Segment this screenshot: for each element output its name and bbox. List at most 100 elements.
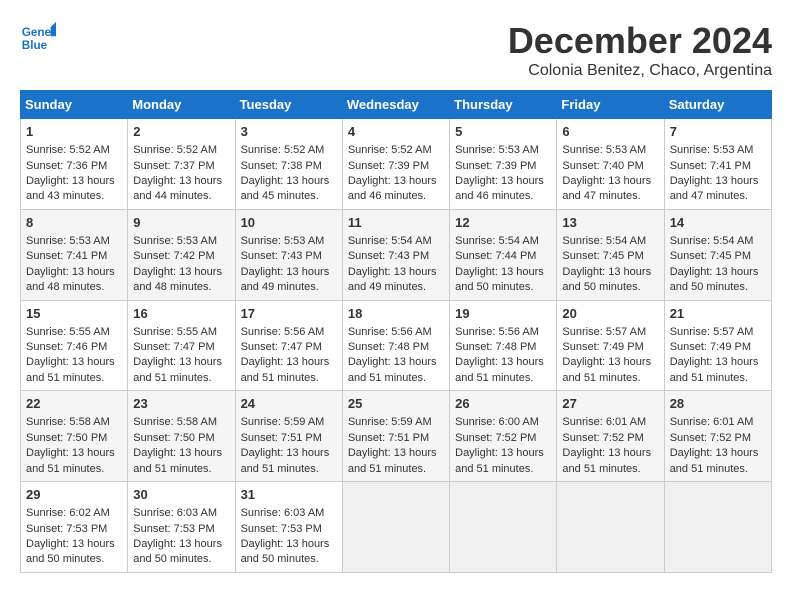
sunset-text: Sunset: 7:44 PM bbox=[455, 250, 536, 262]
sunset-text: Sunset: 7:52 PM bbox=[455, 432, 536, 444]
daylight-minutes: and 51 minutes. bbox=[348, 372, 426, 384]
sunset-text: Sunset: 7:53 PM bbox=[241, 523, 322, 535]
daylight-minutes: and 46 minutes. bbox=[348, 190, 426, 202]
sunrise-text: Sunrise: 5:59 AM bbox=[348, 416, 432, 428]
sunset-text: Sunset: 7:51 PM bbox=[348, 432, 429, 444]
calendar-cell: 11Sunrise: 5:54 AMSunset: 7:43 PMDayligh… bbox=[342, 209, 449, 300]
sunset-text: Sunset: 7:39 PM bbox=[348, 160, 429, 172]
daylight-text: Daylight: 13 hours bbox=[26, 356, 115, 368]
daylight-minutes: and 51 minutes. bbox=[133, 372, 211, 384]
sunset-text: Sunset: 7:43 PM bbox=[348, 250, 429, 262]
day-number: 17 bbox=[241, 305, 337, 323]
daylight-text: Daylight: 13 hours bbox=[241, 447, 330, 459]
day-number: 5 bbox=[455, 123, 551, 141]
daylight-minutes: and 50 minutes. bbox=[670, 281, 748, 293]
calendar-cell: 17Sunrise: 5:56 AMSunset: 7:47 PMDayligh… bbox=[235, 300, 342, 391]
sunrise-text: Sunrise: 5:58 AM bbox=[26, 416, 110, 428]
daylight-text: Daylight: 13 hours bbox=[670, 266, 759, 278]
day-number: 14 bbox=[670, 214, 766, 232]
day-number: 13 bbox=[562, 214, 658, 232]
sunrise-text: Sunrise: 5:52 AM bbox=[133, 144, 217, 156]
sunset-text: Sunset: 7:43 PM bbox=[241, 250, 322, 262]
title-block: December 2024 Colonia Benitez, Chaco, Ar… bbox=[508, 20, 772, 80]
day-number: 26 bbox=[455, 395, 551, 413]
day-number: 20 bbox=[562, 305, 658, 323]
calendar-cell: 18Sunrise: 5:56 AMSunset: 7:48 PMDayligh… bbox=[342, 300, 449, 391]
calendar-cell bbox=[557, 482, 664, 573]
calendar-cell bbox=[450, 482, 557, 573]
day-number: 31 bbox=[241, 486, 337, 504]
col-header-monday: Monday bbox=[128, 91, 235, 119]
sunset-text: Sunset: 7:49 PM bbox=[562, 341, 643, 353]
sunset-text: Sunset: 7:53 PM bbox=[26, 523, 107, 535]
daylight-text: Daylight: 13 hours bbox=[241, 175, 330, 187]
daylight-text: Daylight: 13 hours bbox=[348, 356, 437, 368]
sunrise-text: Sunrise: 5:53 AM bbox=[455, 144, 539, 156]
daylight-minutes: and 47 minutes. bbox=[670, 190, 748, 202]
daylight-text: Daylight: 13 hours bbox=[241, 356, 330, 368]
col-header-wednesday: Wednesday bbox=[342, 91, 449, 119]
sunset-text: Sunset: 7:41 PM bbox=[26, 250, 107, 262]
day-number: 19 bbox=[455, 305, 551, 323]
calendar-cell bbox=[342, 482, 449, 573]
calendar-cell: 12Sunrise: 5:54 AMSunset: 7:44 PMDayligh… bbox=[450, 209, 557, 300]
sunset-text: Sunset: 7:47 PM bbox=[133, 341, 214, 353]
daylight-text: Daylight: 13 hours bbox=[455, 266, 544, 278]
daylight-minutes: and 51 minutes. bbox=[241, 372, 319, 384]
daylight-minutes: and 50 minutes. bbox=[26, 553, 104, 565]
calendar-cell: 21Sunrise: 5:57 AMSunset: 7:49 PMDayligh… bbox=[664, 300, 771, 391]
calendar-week-1: 1Sunrise: 5:52 AMSunset: 7:36 PMDaylight… bbox=[21, 119, 772, 210]
daylight-text: Daylight: 13 hours bbox=[348, 266, 437, 278]
daylight-text: Daylight: 13 hours bbox=[455, 447, 544, 459]
daylight-text: Daylight: 13 hours bbox=[562, 175, 651, 187]
calendar-cell: 2Sunrise: 5:52 AMSunset: 7:37 PMDaylight… bbox=[128, 119, 235, 210]
calendar-cell: 9Sunrise: 5:53 AMSunset: 7:42 PMDaylight… bbox=[128, 209, 235, 300]
day-number: 15 bbox=[26, 305, 122, 323]
calendar-cell: 1Sunrise: 5:52 AMSunset: 7:36 PMDaylight… bbox=[21, 119, 128, 210]
day-number: 18 bbox=[348, 305, 444, 323]
calendar-week-2: 8Sunrise: 5:53 AMSunset: 7:41 PMDaylight… bbox=[21, 209, 772, 300]
calendar-cell: 4Sunrise: 5:52 AMSunset: 7:39 PMDaylight… bbox=[342, 119, 449, 210]
daylight-text: Daylight: 13 hours bbox=[670, 447, 759, 459]
day-number: 21 bbox=[670, 305, 766, 323]
sunrise-text: Sunrise: 5:56 AM bbox=[348, 326, 432, 338]
sunset-text: Sunset: 7:42 PM bbox=[133, 250, 214, 262]
daylight-text: Daylight: 13 hours bbox=[133, 447, 222, 459]
sunset-text: Sunset: 7:49 PM bbox=[670, 341, 751, 353]
calendar-cell: 10Sunrise: 5:53 AMSunset: 7:43 PMDayligh… bbox=[235, 209, 342, 300]
calendar-cell: 8Sunrise: 5:53 AMSunset: 7:41 PMDaylight… bbox=[21, 209, 128, 300]
sunrise-text: Sunrise: 5:52 AM bbox=[26, 144, 110, 156]
daylight-minutes: and 51 minutes. bbox=[241, 463, 319, 475]
day-number: 1 bbox=[26, 123, 122, 141]
calendar-cell: 23Sunrise: 5:58 AMSunset: 7:50 PMDayligh… bbox=[128, 391, 235, 482]
sunset-text: Sunset: 7:46 PM bbox=[26, 341, 107, 353]
sunrise-text: Sunrise: 6:02 AM bbox=[26, 507, 110, 519]
calendar-cell: 25Sunrise: 5:59 AMSunset: 7:51 PMDayligh… bbox=[342, 391, 449, 482]
daylight-minutes: and 48 minutes. bbox=[26, 281, 104, 293]
calendar-cell: 3Sunrise: 5:52 AMSunset: 7:38 PMDaylight… bbox=[235, 119, 342, 210]
sunset-text: Sunset: 7:39 PM bbox=[455, 160, 536, 172]
daylight-minutes: and 48 minutes. bbox=[133, 281, 211, 293]
sunrise-text: Sunrise: 5:55 AM bbox=[133, 326, 217, 338]
day-number: 12 bbox=[455, 214, 551, 232]
sunset-text: Sunset: 7:38 PM bbox=[241, 160, 322, 172]
sunrise-text: Sunrise: 5:52 AM bbox=[241, 144, 325, 156]
sunrise-text: Sunrise: 5:52 AM bbox=[348, 144, 432, 156]
calendar-cell: 19Sunrise: 5:56 AMSunset: 7:48 PMDayligh… bbox=[450, 300, 557, 391]
calendar-cell: 7Sunrise: 5:53 AMSunset: 7:41 PMDaylight… bbox=[664, 119, 771, 210]
day-number: 7 bbox=[670, 123, 766, 141]
day-number: 4 bbox=[348, 123, 444, 141]
sunrise-text: Sunrise: 5:58 AM bbox=[133, 416, 217, 428]
calendar-cell: 6Sunrise: 5:53 AMSunset: 7:40 PMDaylight… bbox=[557, 119, 664, 210]
daylight-text: Daylight: 13 hours bbox=[26, 538, 115, 550]
sunrise-text: Sunrise: 5:59 AM bbox=[241, 416, 325, 428]
sunset-text: Sunset: 7:37 PM bbox=[133, 160, 214, 172]
calendar-cell: 31Sunrise: 6:03 AMSunset: 7:53 PMDayligh… bbox=[235, 482, 342, 573]
day-number: 25 bbox=[348, 395, 444, 413]
sunrise-text: Sunrise: 6:01 AM bbox=[562, 416, 646, 428]
sunrise-text: Sunrise: 5:54 AM bbox=[348, 235, 432, 247]
calendar-body: 1Sunrise: 5:52 AMSunset: 7:36 PMDaylight… bbox=[21, 119, 772, 573]
calendar-cell: 14Sunrise: 5:54 AMSunset: 7:45 PMDayligh… bbox=[664, 209, 771, 300]
calendar-cell: 26Sunrise: 6:00 AMSunset: 7:52 PMDayligh… bbox=[450, 391, 557, 482]
logo: General Blue bbox=[20, 20, 56, 56]
